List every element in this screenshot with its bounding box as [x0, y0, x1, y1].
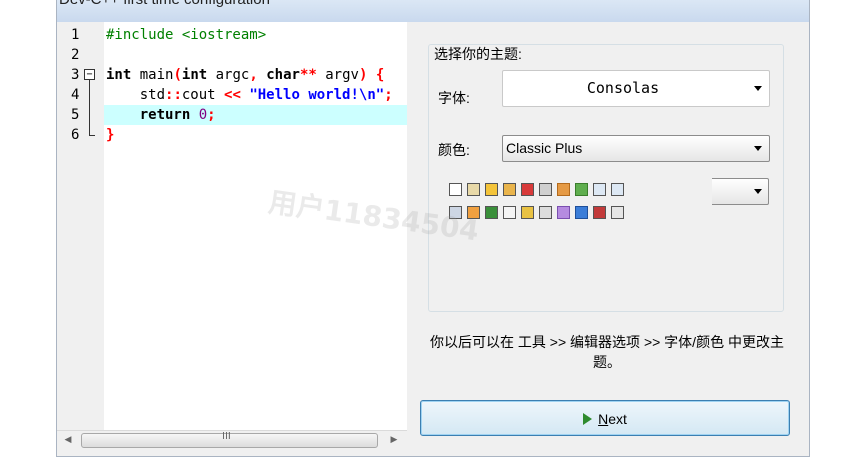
next-arrow-icon: [583, 413, 593, 425]
config-window: Dev-C++ first time configuration 1 2 3 4…: [56, 0, 810, 457]
horizontal-scrollbar[interactable]: ◀ III ▶: [57, 430, 407, 449]
project-icon: [449, 206, 462, 219]
redo-icon: [575, 183, 588, 196]
line-number: 1: [71, 27, 80, 43]
color-grid-icon: [521, 206, 534, 219]
layout-icon: [539, 206, 552, 219]
font-label: 字体:: [438, 90, 470, 106]
next-mnemonic: N: [598, 411, 609, 427]
save-icon: [485, 183, 498, 196]
scrollbar-thumb[interactable]: III: [81, 431, 378, 448]
line-number: 6: [71, 127, 80, 143]
scroll-left-icon[interactable]: ◀: [61, 433, 75, 447]
fold-toggle-icon[interactable]: −: [84, 69, 95, 80]
open-file-icon: [467, 183, 480, 196]
change-later-hint: 你以后可以在 工具 >> 编辑器选项 >> 字体/颜色 中更改主题。: [430, 334, 784, 370]
debug-icon: [593, 206, 606, 219]
icon-set-select[interactable]: [712, 178, 769, 205]
scrollbar-grip: III: [222, 431, 231, 442]
color-select[interactable]: Classic Plus: [502, 135, 770, 162]
title-bar: Dev-C++ first time configuration: [57, 0, 809, 22]
class-browser-icon: [485, 206, 498, 219]
compile-icon: [611, 206, 624, 219]
line-number: 5: [71, 107, 80, 123]
chevron-down-icon: [754, 189, 762, 194]
check-icon: [557, 206, 570, 219]
theme-heading: 选择你的主题:: [434, 46, 522, 62]
new-file-icon: [449, 183, 462, 196]
find-icon: [593, 183, 606, 196]
code-line-5: return 0;: [139, 107, 216, 123]
window-title: Dev-C++ first time configuration: [59, 0, 270, 8]
font-select-value: Consolas: [586, 79, 660, 97]
icon-set-preview: [443, 178, 713, 228]
print-icon: [539, 183, 552, 196]
next-label-rest: ext: [608, 411, 627, 427]
chart-icon: [575, 206, 588, 219]
code-line-4: std::cout << "Hello world!\n";: [106, 87, 393, 103]
next-button[interactable]: Next: [420, 400, 790, 436]
chevron-down-icon: [754, 86, 762, 91]
chevron-down-icon: [754, 146, 762, 151]
code-line-6: }: [106, 127, 115, 143]
code-line-1: #include <iostream>: [106, 27, 267, 43]
code-preview-editor: 1 2 3 4 5 6 − #include <iostream> int ma…: [57, 22, 407, 430]
line-number: 2: [71, 47, 80, 63]
next-button-label: Next: [598, 411, 627, 427]
font-select[interactable]: Consolas: [502, 70, 770, 107]
replace-icon: [611, 183, 624, 196]
save-all-icon: [503, 183, 516, 196]
insert-icon: [467, 206, 480, 219]
fold-guide: [89, 80, 90, 136]
line-number: 4: [71, 87, 80, 103]
line-number-gutter: 1 2 3 4 5 6 −: [57, 22, 104, 430]
next-button-content: Next: [421, 409, 789, 428]
color-select-value: Classic Plus: [506, 140, 583, 156]
scroll-right-icon[interactable]: ▶: [387, 433, 401, 447]
code-line-3: int main(int argc, char** argv) {: [106, 67, 385, 83]
color-label: 颜色:: [438, 142, 470, 158]
undo-icon: [557, 183, 570, 196]
fold-guide-end: [89, 135, 95, 136]
window-icon: [503, 206, 516, 219]
close-icon: [521, 183, 534, 196]
